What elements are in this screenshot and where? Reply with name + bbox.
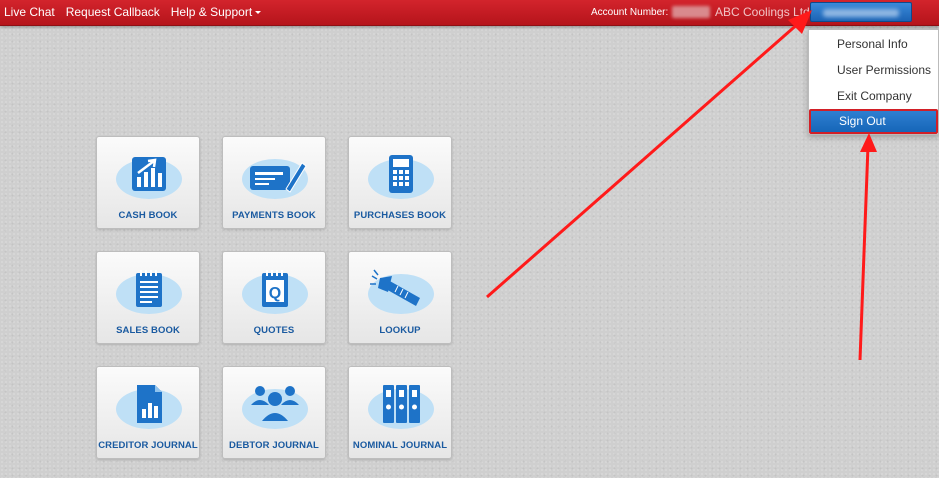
people-group-icon bbox=[242, 386, 308, 429]
menu-item-personal-info[interactable]: Personal Info bbox=[809, 31, 938, 57]
chart-up-icon bbox=[116, 157, 182, 199]
username-redacted bbox=[823, 9, 899, 17]
tile-payments-book[interactable]: PAYMENTS BOOK bbox=[222, 136, 326, 229]
tile-creditor-journal[interactable]: CREDITOR JOURNAL bbox=[96, 366, 200, 459]
chevron-down-icon bbox=[255, 11, 262, 15]
help-support-label: Help & Support bbox=[170, 5, 253, 19]
tile-label: CREDITOR JOURNAL bbox=[98, 440, 198, 451]
menu-item-user-permissions[interactable]: User Permissions bbox=[809, 57, 938, 83]
tile-label: DEBTOR JOURNAL bbox=[229, 440, 319, 451]
top-nav-links: Live Chat Request Callback Help & Support bbox=[4, 5, 272, 19]
binders-icon bbox=[368, 385, 434, 429]
arrow-to-sign-out bbox=[858, 133, 877, 361]
tile-label: PURCHASES BOOK bbox=[353, 210, 447, 221]
user-menu-button[interactable] bbox=[810, 2, 912, 22]
notepad-icon bbox=[116, 270, 182, 314]
user-dropdown-menu: Personal Info User Permissions Exit Comp… bbox=[808, 29, 939, 135]
tile-sales-book[interactable]: SALES BOOK bbox=[96, 251, 200, 344]
flashlight-icon bbox=[368, 269, 434, 314]
tile-label: CASH BOOK bbox=[118, 210, 178, 221]
account-number-label: Account Number: bbox=[591, 7, 669, 18]
tile-cash-book[interactable]: CASH BOOK bbox=[96, 136, 200, 229]
svg-text:Q: Q bbox=[269, 285, 281, 302]
tile-label: LOOKUP bbox=[379, 325, 421, 336]
arrow-to-user-menu bbox=[486, 10, 812, 299]
request-callback-link[interactable]: Request Callback bbox=[66, 5, 160, 19]
account-number-redacted bbox=[672, 6, 710, 18]
menu-item-exit-company[interactable]: Exit Company bbox=[809, 83, 938, 109]
help-support-menu[interactable]: Help & Support bbox=[170, 5, 262, 19]
tile-label: PAYMENTS BOOK bbox=[232, 210, 316, 221]
calculator-icon bbox=[368, 155, 434, 199]
company-name: ABC Coolings Ltd bbox=[715, 5, 810, 19]
tile-label: QUOTES bbox=[253, 325, 295, 336]
cheque-pen-icon bbox=[242, 159, 308, 199]
document-chart-icon bbox=[116, 385, 182, 429]
tile-lookup[interactable]: LOOKUP bbox=[348, 251, 452, 344]
tile-quotes[interactable]: Q QUOTES bbox=[222, 251, 326, 344]
live-chat-link[interactable]: Live Chat bbox=[4, 5, 55, 19]
tile-label: SALES BOOK bbox=[116, 325, 180, 336]
tile-purchases-book[interactable]: PURCHASES BOOK bbox=[348, 136, 452, 229]
menu-item-sign-out[interactable]: Sign Out bbox=[809, 109, 938, 134]
tile-nominal-journal[interactable]: NOMINAL JOURNAL bbox=[348, 366, 452, 459]
top-navigation-bar: Live Chat Request Callback Help & Support … bbox=[0, 0, 939, 26]
tile-debtor-journal[interactable]: DEBTOR JOURNAL bbox=[222, 366, 326, 459]
tile-label: NOMINAL JOURNAL bbox=[352, 440, 448, 451]
quote-notepad-icon: Q bbox=[242, 270, 308, 314]
